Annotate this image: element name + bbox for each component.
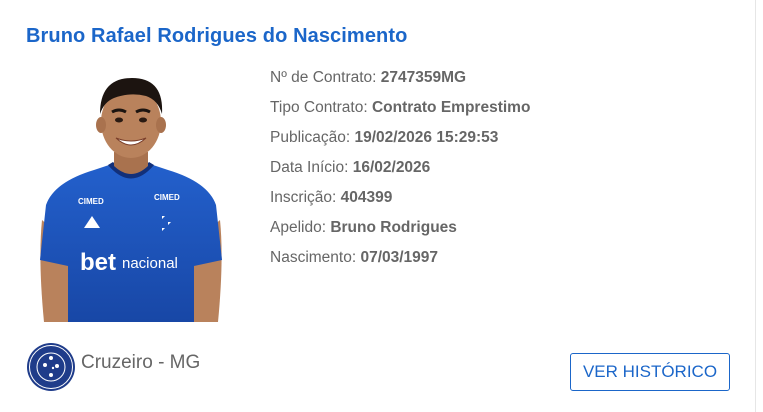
player-card: Bruno Rafael Rodrigues do Nascimento CIM… (0, 0, 763, 412)
club-info: Cruzeiro - MG (26, 342, 200, 392)
svg-text:CIMED: CIMED (154, 193, 180, 202)
detail-label: Nº de Contrato: (270, 69, 381, 86)
detail-registration: Inscrição: 404399 (270, 188, 530, 218)
detail-label: Publicação: (270, 129, 355, 146)
detail-nickname: Apelido: Bruno Rodrigues (270, 218, 530, 248)
detail-value: 2747359MG (380, 69, 467, 86)
detail-label: Apelido: (270, 219, 331, 236)
detail-contract-number: Nº de Contrato: 2747359MG (270, 68, 530, 98)
detail-publication: Publicação: 19/02/2026 15:29:53 (270, 128, 530, 158)
detail-value: Contrato Emprestimo (371, 99, 531, 116)
view-history-button[interactable]: VER HISTÓRICO (570, 353, 730, 391)
card-divider (755, 0, 756, 412)
detail-birth: Nascimento: 07/03/1997 (270, 248, 530, 278)
detail-value: 19/02/2026 15:29:53 (354, 129, 499, 146)
player-name[interactable]: Bruno Rafael Rodrigues do Nascimento (26, 25, 407, 48)
detail-value: Bruno Rodrigues (330, 219, 457, 236)
svg-text:bet: bet (80, 249, 116, 276)
svg-text:nacional: nacional (122, 255, 178, 272)
detail-label: Data Início: (270, 159, 353, 176)
detail-contract-type: Tipo Contrato: Contrato Emprestimo (270, 98, 530, 128)
detail-value: 404399 (340, 189, 393, 206)
contract-details: Nº de Contrato: 2747359MG Tipo Contrato:… (270, 68, 530, 278)
cruzeiro-crest-icon (26, 342, 76, 392)
detail-label: Tipo Contrato: (270, 99, 372, 116)
detail-start-date: Data Início: 16/02/2026 (270, 158, 530, 188)
club-name: Cruzeiro - MG (81, 352, 201, 373)
detail-value: 16/02/2026 (352, 159, 431, 176)
detail-label: Inscrição: (270, 189, 341, 206)
detail-value: 07/03/1997 (360, 249, 439, 266)
svg-text:CIMED: CIMED (78, 197, 104, 206)
detail-label: Nascimento: (270, 249, 361, 266)
player-photo: CIMED CIMED bet nacional (34, 70, 228, 322)
